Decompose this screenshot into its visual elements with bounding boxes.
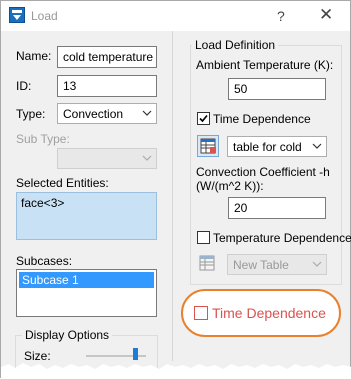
subtype-label: Sub Type:: [16, 132, 70, 146]
display-options-label: Display Options: [22, 328, 113, 342]
subcases-list[interactable]: Subcase 1: [16, 269, 157, 317]
selected-entities-list[interactable]: face<3>: [16, 192, 157, 240]
temperature-dependence-checkbox[interactable]: [197, 231, 210, 244]
convection-coefficient-label: Convection Coefficient -h: [196, 165, 330, 179]
checkmark-icon: [199, 114, 208, 123]
column-separator: [172, 31, 173, 361]
convection-coefficient-field[interactable]: 20: [228, 197, 326, 219]
load-definition-label: Load Definition: [192, 38, 279, 52]
ambient-temperature-field[interactable]: 50: [228, 78, 326, 100]
selected-entities-label: Selected Entities:: [16, 176, 109, 190]
close-button[interactable]: ✕: [319, 5, 333, 25]
help-button[interactable]: ?: [277, 8, 285, 24]
load-dialog: Load ? ✕ Name: cold temperature ID: 13 T…: [0, 0, 351, 379]
load-app-icon: [9, 7, 25, 23]
type-select-value: Convection: [63, 107, 124, 121]
table-icon: [199, 255, 215, 271]
callout-time-dependence-label: Time Dependence: [212, 305, 326, 321]
callout-time-dependence-checkbox: [194, 306, 208, 320]
title-bar: Load ? ✕: [1, 1, 350, 31]
id-label: ID:: [16, 79, 32, 93]
name-label: Name:: [16, 49, 52, 63]
window-title: Load: [31, 9, 58, 23]
name-field[interactable]: cold temperature: [57, 46, 157, 68]
temperature-table-button[interactable]: [197, 253, 219, 275]
time-dependence-checkbox[interactable]: [197, 112, 210, 125]
time-table-select[interactable]: table for cold: [227, 136, 327, 157]
chevron-down-icon: [142, 155, 152, 161]
table-icon: [200, 138, 216, 154]
id-field[interactable]: 13: [57, 75, 157, 97]
torn-edge: [1, 363, 351, 379]
ambient-temperature-label: Ambient Temperature (K):: [196, 58, 334, 72]
temperature-table-select-value: New Table: [233, 258, 289, 272]
type-label: Type:: [16, 107, 46, 121]
time-dependence-label: Time Dependence: [213, 112, 311, 126]
list-item[interactable]: face<3>: [17, 193, 156, 213]
time-table-button[interactable]: [197, 135, 219, 157]
time-table-select-value: table for cold: [233, 140, 302, 154]
chevron-down-icon: [312, 261, 322, 267]
subtype-select[interactable]: [57, 148, 157, 169]
temperature-table-select[interactable]: New Table: [227, 254, 327, 275]
subcases-label: Subcases:: [16, 254, 73, 268]
list-item[interactable]: Subcase 1: [19, 272, 154, 288]
chevron-down-icon: [142, 110, 152, 116]
convection-coefficient-units: (W/(m^2 K)):: [196, 179, 264, 193]
type-select[interactable]: Convection: [57, 103, 157, 124]
chevron-down-icon: [312, 143, 322, 149]
temperature-dependence-label: Temperature Dependence: [213, 231, 351, 245]
